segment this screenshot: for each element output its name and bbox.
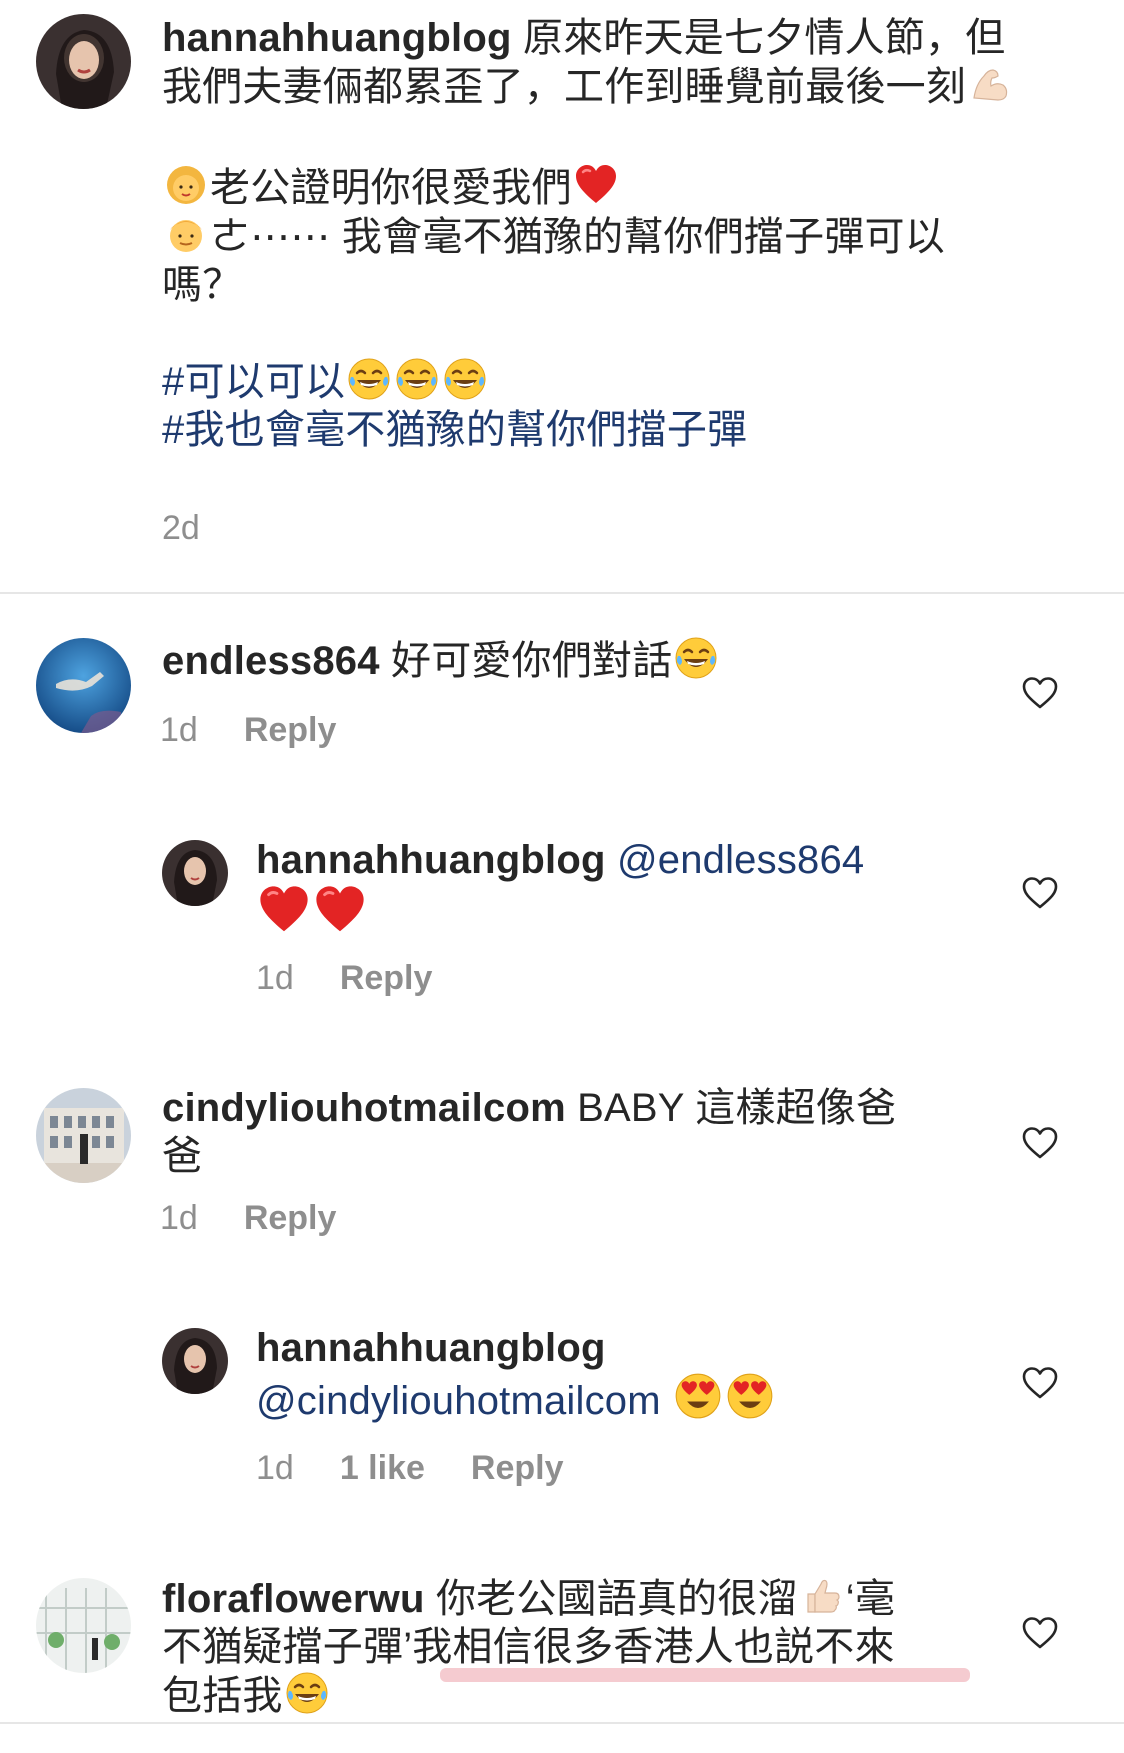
woman-emoji [164, 163, 208, 207]
comment-meta: 1d Reply [160, 710, 336, 750]
comment-text: cindyliouhotmailcom BABY 這樣超像爸 爸 [162, 1086, 897, 1178]
caption-text: hannahhuangblog 原來昨天是七夕情人節，但 我們夫妻倆都累歪了，工… [162, 14, 1062, 454]
man-emoji [164, 212, 208, 256]
heart-eyes-emoji [674, 1372, 722, 1420]
red-heart-emoji [574, 163, 618, 207]
timestamp[interactable]: 1d [160, 710, 198, 750]
reply-text: hannahhuangblog @cindyliouhotmailcom [256, 1324, 1016, 1425]
divider [0, 592, 1124, 594]
username[interactable]: cindyliouhotmailcom [162, 1086, 566, 1130]
reply-button[interactable]: Reply [244, 1198, 337, 1238]
divider [0, 1722, 1124, 1724]
avatar[interactable] [36, 638, 131, 733]
timestamp[interactable]: 1d [256, 1448, 294, 1488]
username[interactable]: hannahhuangblog [256, 838, 606, 882]
like-heart-icon[interactable] [1022, 1616, 1058, 1650]
face-with-tears-of-joy-emoji [347, 357, 391, 401]
reply-button[interactable]: Reply [244, 710, 337, 750]
like-heart-icon[interactable] [1022, 1126, 1058, 1160]
avatar[interactable] [36, 14, 131, 109]
timestamp[interactable]: 2d [162, 508, 200, 548]
heart-eyes-emoji [726, 1372, 774, 1420]
reply-text: hannahhuangblog @endless864 [256, 836, 1016, 941]
face-with-tears-of-joy-emoji [285, 1671, 329, 1715]
avatar[interactable] [36, 1088, 131, 1183]
mention-link[interactable]: @cindyliouhotmailcom [256, 1379, 661, 1423]
red-heart-emoji [314, 884, 366, 936]
timestamp[interactable]: 1d [256, 958, 294, 998]
reply-button[interactable]: Reply [340, 958, 433, 998]
comment-text: endless864 好可愛你們對話 [162, 636, 1012, 685]
like-heart-icon[interactable] [1022, 676, 1058, 710]
timestamp[interactable]: 1d [160, 1198, 198, 1238]
comment-text: floraflowerwu 你老公國語真的很溜 ‘毫 不猶疑擋子彈’我相信很多香港… [162, 1574, 1002, 1720]
thumbs-up-emoji [800, 1574, 844, 1618]
avatar[interactable] [162, 1328, 228, 1394]
like-heart-icon[interactable] [1022, 1366, 1058, 1400]
username[interactable]: hannahhuangblog [162, 16, 512, 60]
face-with-tears-of-joy-emoji [674, 636, 718, 680]
avatar[interactable] [162, 840, 228, 906]
hashtag-link[interactable]: #我也會毫不猶豫的幫你們擋子彈 [162, 406, 1062, 454]
highlight-underline [440, 1668, 970, 1682]
like-heart-icon[interactable] [1022, 876, 1058, 910]
username[interactable]: endless864 [162, 639, 380, 683]
flexed-biceps-emoji [968, 62, 1012, 106]
username[interactable]: hannahhuangblog [256, 1326, 606, 1370]
reply-button[interactable]: Reply [471, 1448, 564, 1488]
hashtag-link[interactable]: #可以可以 [162, 357, 1062, 406]
reply-meta: 1d 1 like Reply [256, 1448, 564, 1488]
face-with-tears-of-joy-emoji [395, 357, 439, 401]
username[interactable]: floraflowerwu [162, 1577, 425, 1621]
mention-link[interactable]: @endless864 [606, 838, 865, 882]
red-heart-emoji [258, 884, 310, 936]
reply-meta: 1d Reply [256, 958, 432, 998]
caption-meta: 2d [162, 508, 246, 548]
likes-count[interactable]: 1 like [340, 1448, 425, 1488]
face-with-tears-of-joy-emoji [443, 357, 487, 401]
avatar[interactable] [36, 1578, 131, 1673]
comment-meta: 1d Reply [160, 1198, 336, 1238]
